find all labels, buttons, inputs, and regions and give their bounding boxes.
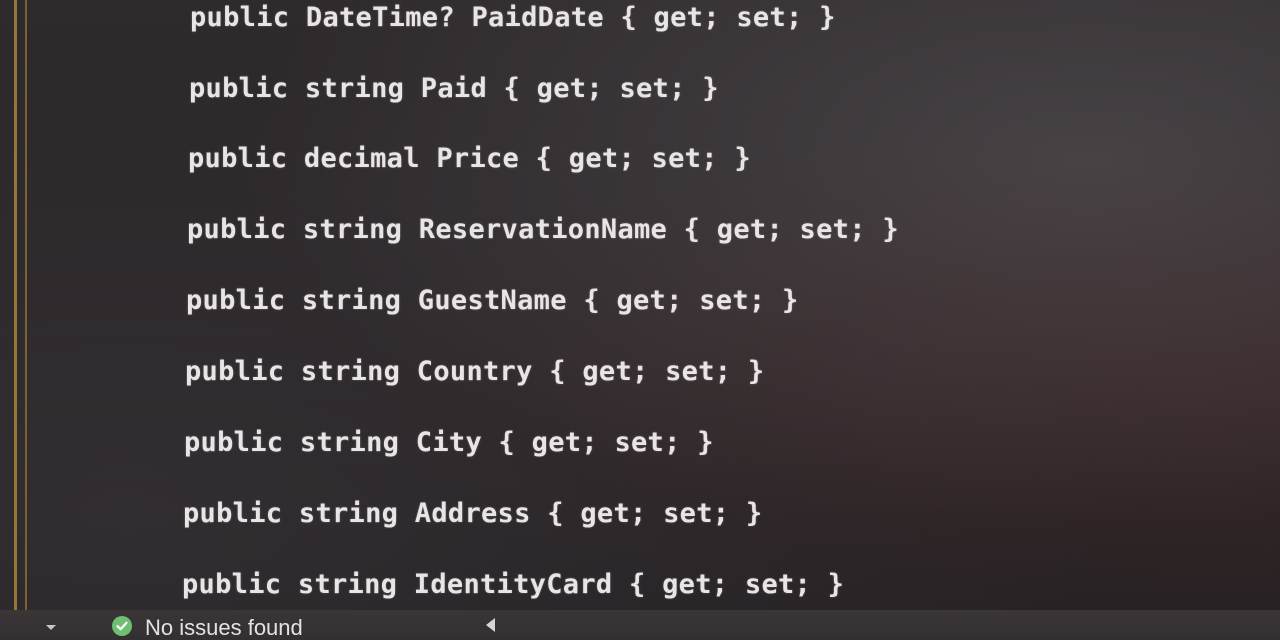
code-line-country[interactable]: public string Country { get; set; } [185,356,764,387]
code-line-address[interactable]: public string Address { get; set; } [183,498,762,529]
code-line-identitycard[interactable]: public string IdentityCard { get; set; } [182,569,844,600]
code-line-reservationname[interactable]: public string ReservationName { get; set… [187,214,899,245]
code-line-guestname[interactable]: public string GuestName { get; set; } [186,285,799,316]
issues-status-label[interactable]: No issues found [145,615,303,640]
code-line-paid[interactable]: public string Paid { get; set; } [189,73,719,104]
code-editor-area[interactable]: public DateTime? PaidDate { get; set; } … [0,0,1280,610]
scroll-left-arrow-icon[interactable] [486,618,495,632]
code-line-price[interactable]: public decimal Price { get; set; } [188,143,751,174]
check-circle-icon[interactable] [112,616,132,636]
code-editor-window: public DateTime? PaidDate { get; set; } … [0,0,1280,640]
code-line-paiddate[interactable]: public DateTime? PaidDate { get; set; } [190,2,836,33]
chevron-down-icon[interactable] [46,625,56,630]
status-bar: No issues found [0,610,1280,640]
code-line-city[interactable]: public string City { get; set; } [184,427,714,458]
